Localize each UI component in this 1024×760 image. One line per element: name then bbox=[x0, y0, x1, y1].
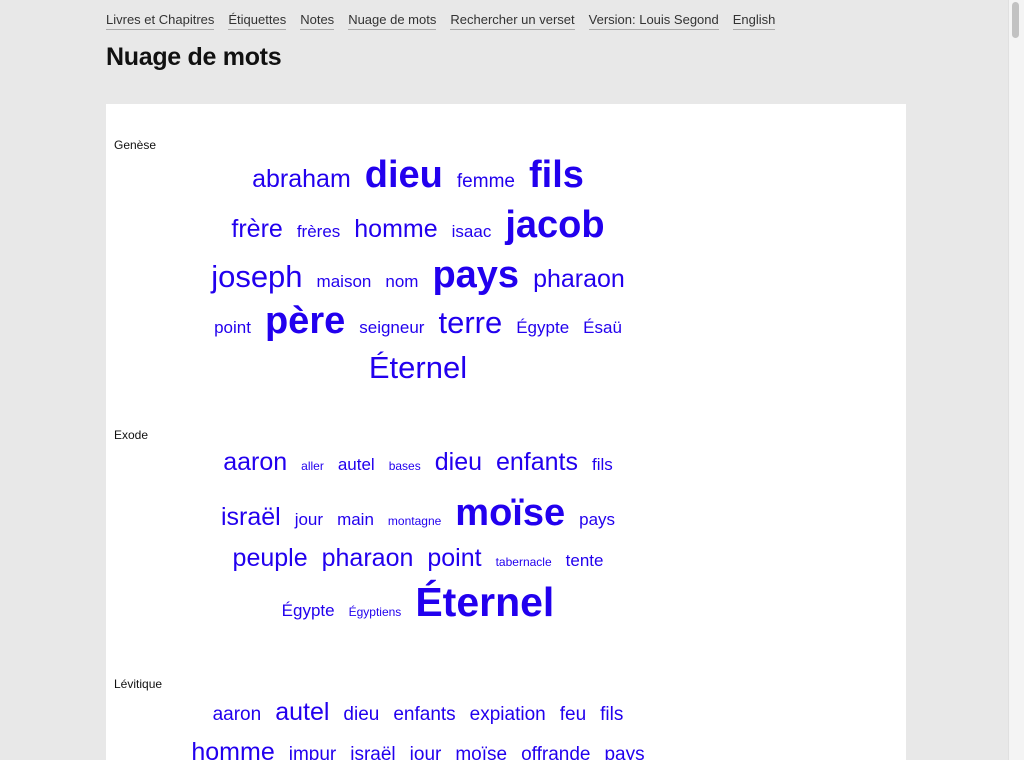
cloud-row: peuple pharaon point tabernacle tente bbox=[106, 546, 730, 571]
cloud-word[interactable]: Éternel bbox=[415, 582, 554, 623]
nav-books-chapters-link[interactable]: Livres et Chapitres bbox=[106, 12, 215, 30]
cloud-row: aaron autel dieu enfants expiation feu f… bbox=[106, 700, 730, 725]
scrollbar-thumb[interactable] bbox=[1012, 2, 1019, 38]
cloud-word[interactable]: frère bbox=[231, 217, 282, 242]
cloud-word[interactable]: aller bbox=[301, 460, 324, 472]
cloud-word[interactable]: pharaon bbox=[533, 267, 625, 292]
cloud-word[interactable]: seigneur bbox=[359, 319, 424, 336]
vertical-scrollbar[interactable] bbox=[1008, 0, 1024, 760]
cloud-word[interactable]: impur bbox=[289, 745, 337, 760]
cloud-word[interactable]: bases bbox=[389, 460, 421, 472]
cloud-word[interactable]: frères bbox=[297, 223, 340, 240]
nav-search-verse-link[interactable]: Rechercher un verset bbox=[450, 12, 575, 30]
cloud-word[interactable]: peuple bbox=[233, 546, 308, 571]
cloud-word[interactable]: pays bbox=[579, 511, 615, 528]
cloud-word[interactable]: point bbox=[214, 319, 251, 336]
cloud-word[interactable]: montagne bbox=[388, 515, 441, 527]
cloud-word[interactable]: jour bbox=[410, 745, 442, 760]
cloud-word[interactable]: aaron bbox=[223, 450, 287, 475]
cloud-word[interactable]: fils bbox=[600, 705, 623, 724]
cloud-word[interactable]: expiation bbox=[470, 705, 546, 724]
cloud-word[interactable]: Ésaü bbox=[583, 319, 622, 336]
top-nav: Livres et Chapitres Étiquettes Notes Nua… bbox=[106, 12, 776, 30]
cloud-word[interactable]: enfants bbox=[496, 450, 578, 475]
word-cloud-panel: Genèse abraham dieu femme fils frère frè… bbox=[106, 104, 906, 760]
cloud-word[interactable]: dieu bbox=[365, 156, 443, 194]
cloud-row: joseph maison nom pays pharaon bbox=[106, 256, 730, 294]
cloud-word[interactable]: autel bbox=[338, 456, 375, 473]
cloud-row: point père seigneur terre Égypte Ésaü bbox=[106, 302, 730, 340]
cloud-word[interactable]: enfants bbox=[393, 705, 455, 724]
cloud-word[interactable]: autel bbox=[275, 700, 329, 725]
nav-language-link[interactable]: English bbox=[732, 12, 776, 30]
cloud-row: Éternel bbox=[106, 352, 730, 383]
cloud-word[interactable]: pays bbox=[604, 745, 644, 760]
cloud-row: Égypte Égyptiens Éternel bbox=[106, 582, 730, 623]
cloud-word[interactable]: joseph bbox=[211, 261, 302, 292]
cloud-word[interactable]: point bbox=[427, 546, 481, 571]
cloud-word[interactable]: dieu bbox=[343, 705, 379, 724]
cloud-word[interactable]: isaac bbox=[452, 223, 492, 240]
nav-version-link[interactable]: Version: Louis Segond bbox=[588, 12, 719, 30]
cloud-word[interactable]: pharaon bbox=[322, 546, 414, 571]
cloud-row: frère frères homme isaac jacob bbox=[106, 206, 730, 244]
nav-notes-link[interactable]: Notes bbox=[300, 12, 335, 30]
nav-tags-link[interactable]: Étiquettes bbox=[228, 12, 287, 30]
cloud-word[interactable]: terre bbox=[438, 307, 502, 338]
cloud-word[interactable]: maison bbox=[317, 273, 372, 290]
cloud-word[interactable]: dieu bbox=[435, 450, 482, 475]
cloud-row: abraham dieu femme fils bbox=[106, 156, 730, 194]
page: Livres et Chapitres Étiquettes Notes Nua… bbox=[0, 0, 1024, 760]
cloud-word[interactable]: jour bbox=[295, 511, 323, 528]
cloud-row: israël jour main montagne moïse pays bbox=[106, 494, 730, 532]
cloud-word[interactable]: homme bbox=[354, 217, 437, 242]
cloud-word[interactable]: pays bbox=[432, 256, 519, 294]
book-title-genese: Genèse bbox=[114, 138, 157, 152]
cloud-word[interactable]: Égyptiens bbox=[349, 606, 402, 618]
cloud-word[interactable]: main bbox=[337, 511, 374, 528]
cloud-word[interactable]: nom bbox=[385, 273, 418, 290]
cloud-word[interactable]: feu bbox=[560, 705, 586, 724]
cloud-word[interactable]: Éternel bbox=[369, 352, 467, 383]
cloud-row: aaron aller autel bases dieu enfants fil… bbox=[106, 450, 730, 475]
book-title-exode: Exode bbox=[114, 428, 149, 442]
cloud-word[interactable]: israël bbox=[221, 505, 281, 530]
cloud-word[interactable]: moïse bbox=[455, 494, 565, 532]
cloud-word[interactable]: offrande bbox=[521, 745, 590, 760]
nav-wordcloud-link[interactable]: Nuage de mots bbox=[348, 12, 437, 30]
cloud-word[interactable]: Égypte bbox=[516, 319, 569, 336]
cloud-word[interactable]: Égypte bbox=[282, 602, 335, 619]
cloud-row: homme impur israël jour moïse offrande p… bbox=[106, 740, 730, 760]
cloud-word[interactable]: fils bbox=[529, 156, 584, 194]
cloud-word[interactable]: jacob bbox=[505, 206, 604, 244]
cloud-word[interactable]: abraham bbox=[252, 167, 351, 192]
cloud-word[interactable]: aaron bbox=[213, 705, 262, 724]
book-title-levitique: Lévitique bbox=[114, 677, 163, 691]
cloud-word[interactable]: moïse bbox=[455, 745, 507, 760]
cloud-word[interactable]: fils bbox=[592, 456, 613, 473]
page-title: Nuage de mots bbox=[106, 43, 282, 71]
cloud-word[interactable]: père bbox=[265, 302, 345, 340]
cloud-word[interactable]: israël bbox=[350, 745, 395, 760]
cloud-word[interactable]: homme bbox=[191, 740, 274, 760]
cloud-word[interactable]: tabernacle bbox=[496, 556, 552, 568]
cloud-word[interactable]: femme bbox=[457, 172, 515, 191]
cloud-word[interactable]: tente bbox=[566, 552, 604, 569]
